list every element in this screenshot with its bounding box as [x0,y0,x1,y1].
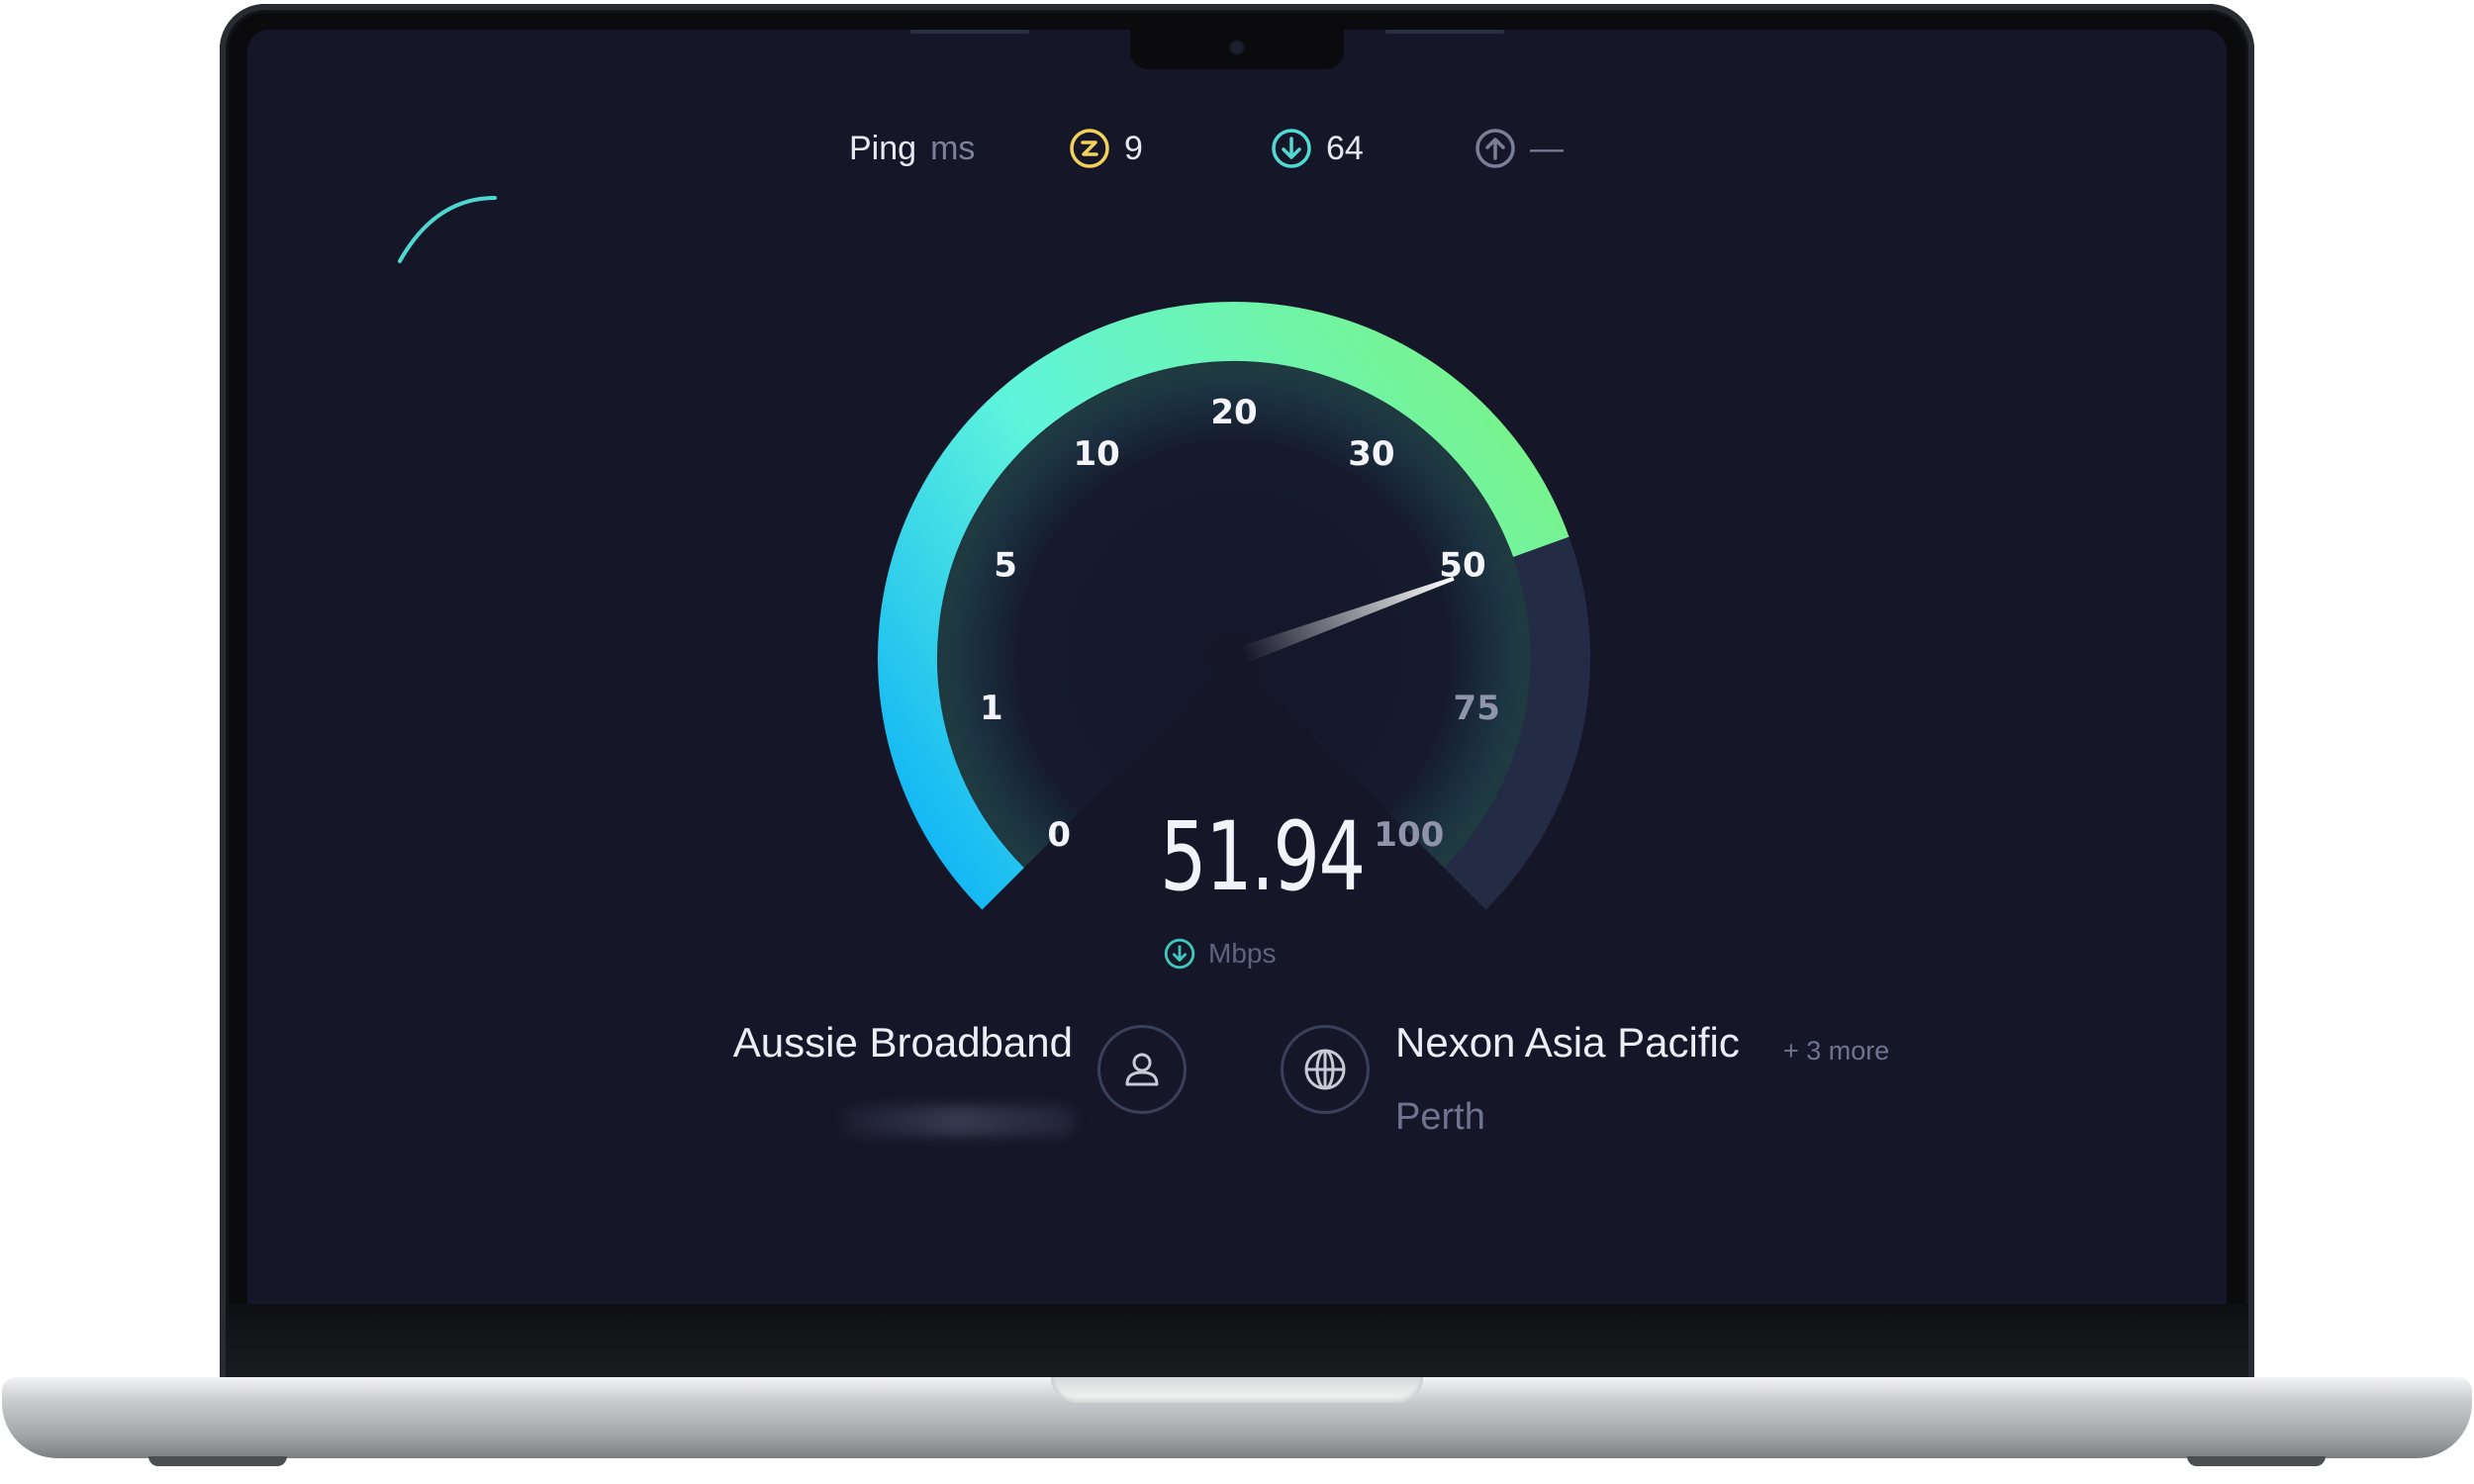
laptop-mockup: Ping ms 9 64 — 0 1 5 10 20 30 50 75 100 … [0,0,2474,1484]
gauge-tick-label: 30 [1348,434,1394,474]
gauge-tick-label: 10 [1073,434,1119,474]
user-icon [1125,1053,1159,1086]
speed-gauge: 0151020305075100 [398,196,1590,910]
gauge-tick-label: 75 [1454,689,1500,728]
account-button[interactable] [1097,1025,1187,1114]
isp-name: Aussie Broadband [732,1019,1073,1066]
gauge-tick-label: 1 [980,689,1003,728]
change-server-button[interactable] [1281,1025,1370,1114]
gauge-tick-label: 0 [1047,815,1071,855]
gauge-tick-label: 100 [1374,815,1444,855]
server-more-link[interactable]: + 3 more [1783,1036,1889,1067]
globe-icon [1304,1049,1346,1090]
server-city: Perth [1395,1096,1485,1138]
download-arrow-icon [1164,938,1195,970]
speed-unit-text: Mbps [1208,938,1277,969]
gauge-tick-label: 5 [994,545,1017,585]
isp-ip-redacted [841,1106,1075,1136]
gauge-tick-label: 20 [1210,393,1257,432]
server-name[interactable]: Nexon Asia Pacific [1395,1019,1740,1067]
current-speed-value: 51.94 [1160,801,1366,912]
speed-unit-label: Mbps [1163,934,1276,974]
decorative-curve-icon [398,196,497,263]
